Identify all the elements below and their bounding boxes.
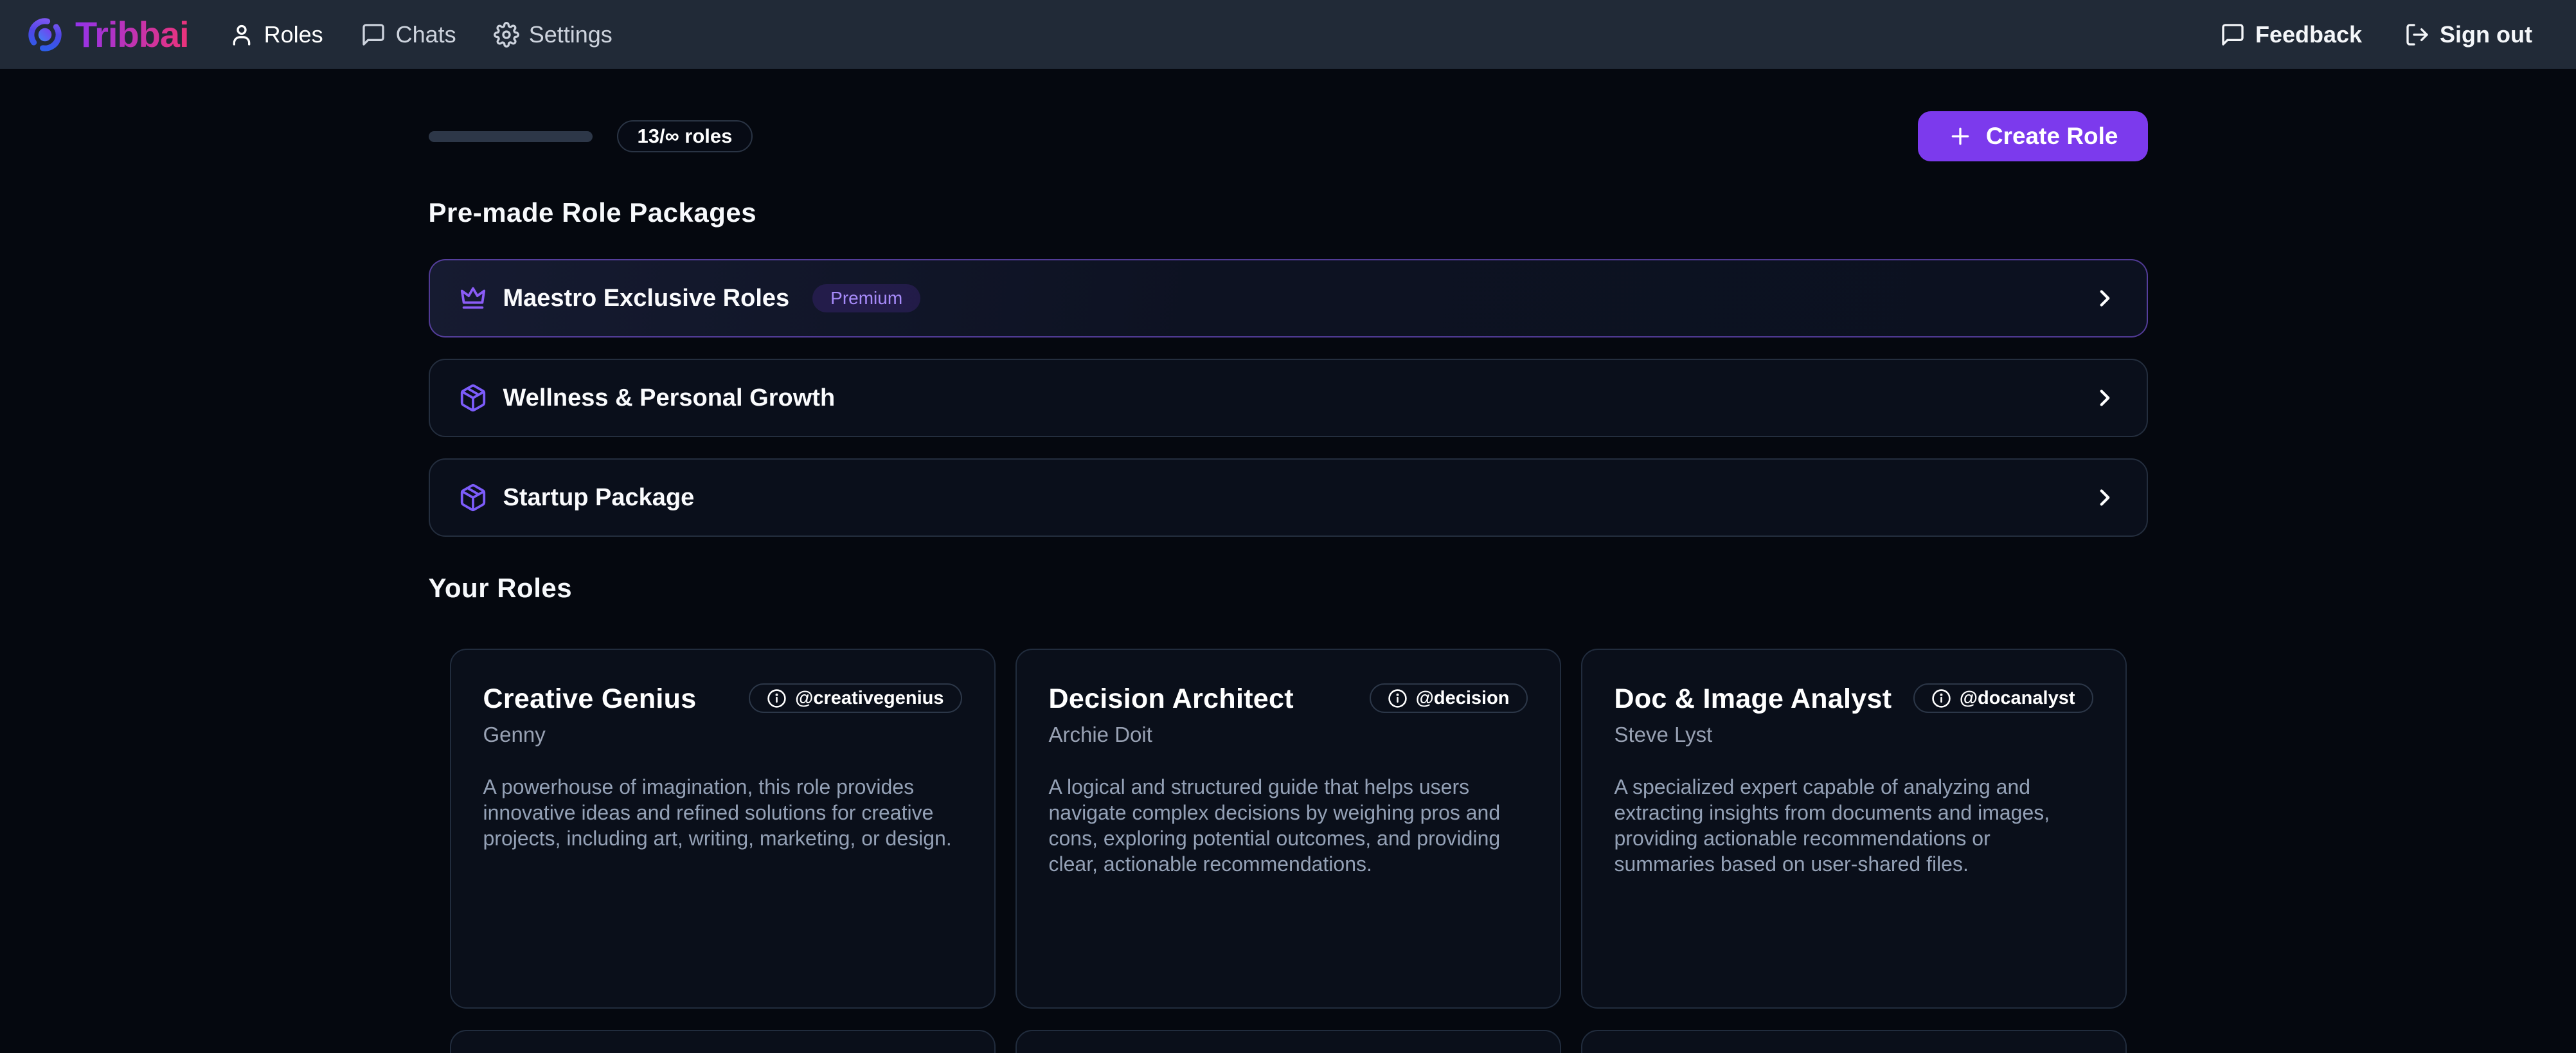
feedback-label: Feedback	[2255, 21, 2362, 48]
info-icon	[1931, 688, 1951, 708]
gear-icon	[494, 22, 519, 48]
role-handle-badge[interactable]: @creativegenius	[749, 683, 962, 713]
role-card-creative-genius[interactable]: Creative Genius @creativegenius Genny A …	[450, 649, 996, 1009]
role-description: A specialized expert capable of analyzin…	[1614, 774, 2093, 877]
chevron-right-icon	[2091, 384, 2118, 411]
card-header: Creative Genius @creativegenius	[483, 683, 962, 715]
role-description: A logical and structured guide that help…	[1049, 774, 1528, 877]
package-icon	[458, 483, 488, 512]
role-card-partial[interactable]	[450, 1030, 996, 1053]
tribbai-logo-icon	[26, 16, 64, 53]
plus-icon	[1947, 123, 1973, 149]
feedback-bubble-icon	[2220, 22, 2246, 48]
nav-item-label: Settings	[529, 21, 613, 48]
sign-out-button[interactable]: Sign out	[2404, 21, 2532, 48]
package-row-wellness[interactable]: Wellness & Personal Growth	[429, 359, 2148, 437]
roles-count-label: 13/∞ roles	[638, 125, 733, 148]
create-role-label: Create Role	[1986, 123, 2118, 150]
package-icon	[458, 383, 488, 413]
package-row-startup[interactable]: Startup Package	[429, 458, 2148, 537]
your-roles-section-title: Your Roles	[429, 573, 2148, 604]
role-title: Decision Architect	[1049, 683, 1294, 715]
chevron-right-icon	[2091, 285, 2118, 312]
feedback-button[interactable]: Feedback	[2220, 21, 2362, 48]
roles-meter-row: 13/∞ roles Create Role	[429, 111, 2148, 161]
info-icon	[1388, 688, 1408, 708]
sign-out-icon	[2404, 22, 2430, 48]
role-subtitle: Archie Doit	[1049, 723, 1528, 747]
role-handle-badge[interactable]: @decision	[1370, 683, 1528, 713]
package-name: Maestro Exclusive Roles	[503, 285, 790, 312]
role-description: A powerhouse of imagination, this role p…	[483, 774, 962, 851]
role-handle: @docanalyst	[1960, 688, 2075, 709]
crown-icon	[458, 284, 488, 313]
role-subtitle: Steve Lyst	[1614, 723, 2093, 747]
package-row-maestro[interactable]: Maestro Exclusive Roles Premium	[429, 259, 2148, 338]
nav-item-roles[interactable]: Roles	[229, 21, 323, 48]
role-cards-grid: Creative Genius @creativegenius Genny A …	[429, 649, 2148, 1009]
premium-badge: Premium	[812, 284, 920, 312]
role-card-decision-architect[interactable]: Decision Architect @decision Archie Doit…	[1015, 649, 1561, 1009]
sign-out-label: Sign out	[2440, 21, 2532, 48]
nav-item-label: Roles	[264, 21, 323, 48]
packages-section-title: Pre-made Role Packages	[429, 197, 2148, 228]
brand[interactable]: Tribbai	[26, 14, 189, 55]
roles-count-badge: 13/∞ roles	[617, 120, 753, 152]
role-card-doc-image-analyst[interactable]: Doc & Image Analyst @docanalyst Steve Ly…	[1581, 649, 2127, 1009]
primary-nav: Roles Chats Settings	[229, 21, 613, 48]
package-name: Wellness & Personal Growth	[503, 384, 836, 412]
role-handle: @decision	[1416, 688, 1510, 709]
brand-name: Tribbai	[75, 14, 189, 55]
role-title: Creative Genius	[483, 683, 697, 715]
role-handle-badge[interactable]: @docanalyst	[1913, 683, 2093, 713]
role-card-partial[interactable]	[1581, 1030, 2127, 1053]
main-content: 13/∞ roles Create Role Pre-made Role Pac…	[429, 111, 2148, 1053]
info-icon	[767, 688, 787, 708]
role-handle: @creativegenius	[795, 688, 944, 709]
nav-item-settings[interactable]: Settings	[494, 21, 613, 48]
chevron-right-icon	[2091, 484, 2118, 511]
packages-list: Maestro Exclusive Roles Premium Wellness…	[429, 259, 2148, 537]
nav-item-label: Chats	[396, 21, 456, 48]
role-subtitle: Genny	[483, 723, 962, 747]
nav-item-chats[interactable]: Chats	[361, 21, 456, 48]
role-cards-grid-next-row	[429, 1030, 2148, 1053]
nav-right: Feedback Sign out	[2220, 21, 2532, 48]
user-icon	[229, 22, 255, 48]
package-name: Startup Package	[503, 484, 695, 512]
role-card-partial[interactable]	[1015, 1030, 1561, 1053]
card-header: Decision Architect @decision	[1049, 683, 1528, 715]
card-header: Doc & Image Analyst @docanalyst	[1614, 683, 2093, 715]
role-title: Doc & Image Analyst	[1614, 683, 1892, 715]
create-role-button[interactable]: Create Role	[1918, 111, 2148, 161]
roles-progress-bar	[429, 131, 593, 142]
top-navigation: Tribbai Roles Chats Settings	[0, 0, 2576, 69]
chat-bubble-icon	[361, 22, 386, 48]
